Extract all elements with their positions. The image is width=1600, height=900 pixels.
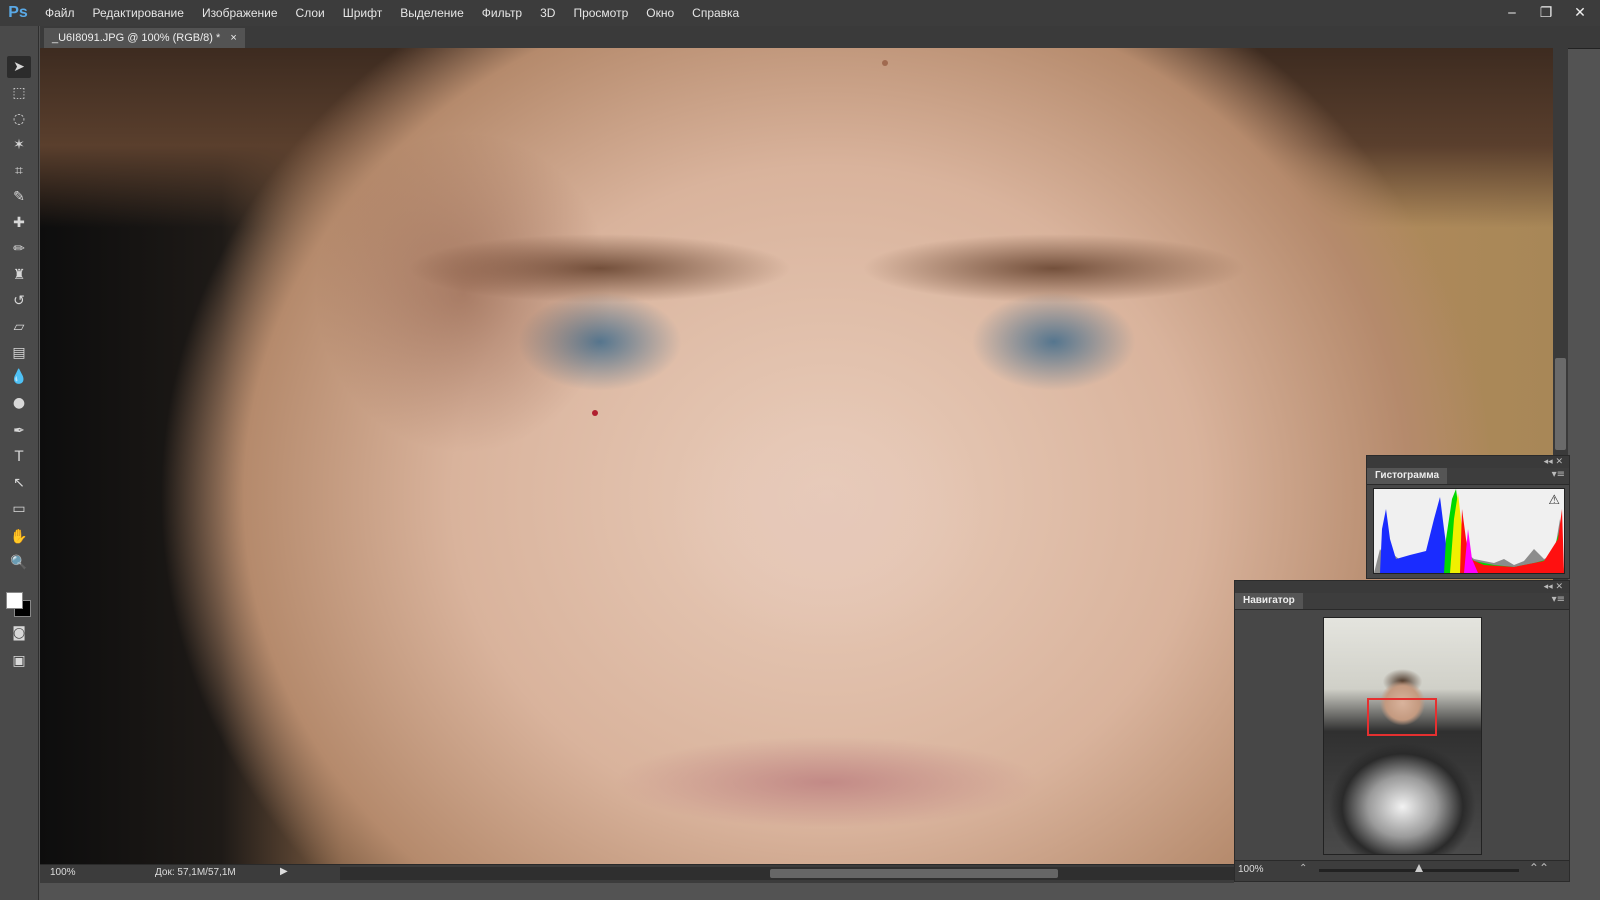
navigator-zoom-value[interactable]: 100% <box>1238 864 1264 875</box>
screen-mode-icon[interactable]: ▣ <box>7 650 31 672</box>
navigator-panel: ◂◂ ✕ Навигатор ▾≡ 100% ⌃ ⌃⌃ <box>1234 580 1570 882</box>
quick-mask-icon[interactable]: ◙ <box>7 622 31 644</box>
document-tab[interactable]: _U6I8091.JPG @ 100% (RGB/8) * × <box>44 28 245 48</box>
brush-tool-icon[interactable]: ✏ <box>7 238 31 260</box>
menu-layers[interactable]: Слои <box>287 0 334 26</box>
histogram-graph: ⚠ <box>1373 488 1565 574</box>
histogram-panel-header: Гистограмма ▾≡ <box>1367 468 1569 485</box>
window-controls: ‒ ❐ ✕ <box>1502 0 1590 26</box>
foreground-color-swatch[interactable] <box>6 592 23 609</box>
navigator-zoom-slider[interactable] <box>1319 864 1519 872</box>
history-brush-tool-icon[interactable]: ↺ <box>7 290 31 312</box>
gradient-tool-icon[interactable]: ▤ <box>7 342 31 364</box>
navigator-panel-controls[interactable]: ◂◂ ✕ <box>1235 581 1569 593</box>
menu-filter[interactable]: Фильтр <box>473 0 531 26</box>
tab-close-icon[interactable]: × <box>230 28 236 48</box>
status-zoom-value[interactable]: 100% <box>50 867 76 878</box>
move-tool-icon[interactable]: ➤ <box>7 56 31 78</box>
rectangle-tool-icon[interactable]: ▭ <box>7 498 31 520</box>
histogram-tab[interactable]: Гистограмма <box>1367 468 1448 484</box>
blemish-spot <box>592 410 598 416</box>
blur-tool-icon[interactable]: 💧 <box>7 366 31 388</box>
horizontal-scroll-thumb[interactable] <box>770 869 1058 878</box>
navigator-thumbnail[interactable] <box>1323 617 1482 855</box>
crop-tool-icon[interactable]: ⌗ <box>7 160 31 182</box>
status-bar: 100% Док: 57,1M/57,1M ▶ <box>40 864 1234 883</box>
navigator-slider-thumb[interactable] <box>1415 864 1423 872</box>
histogram-panel: ◂◂ ✕ Гистограмма ▾≡ ⚠ <box>1366 455 1570 579</box>
eraser-tool-icon[interactable]: ▱ <box>7 316 31 338</box>
pen-tool-icon[interactable]: ✒ <box>7 420 31 442</box>
hand-tool-icon[interactable]: ✋ <box>7 526 31 548</box>
status-menu-arrow-icon[interactable]: ▶ <box>280 866 288 877</box>
menu-help[interactable]: Справка <box>683 0 748 26</box>
menu-edit[interactable]: Редактирование <box>84 0 193 26</box>
magic-wand-tool-icon[interactable]: ✶ <box>7 134 31 156</box>
navigator-panel-header: Навигатор ▾≡ <box>1235 593 1569 610</box>
document-tab-bar: _U6I8091.JPG @ 100% (RGB/8) * × <box>40 26 1600 49</box>
lasso-tool-icon[interactable]: ◌ <box>7 108 31 130</box>
histogram-menu-icon[interactable]: ▾≡ <box>1552 469 1565 480</box>
navigator-bottom-bar: 100% ⌃ ⌃⌃ <box>1235 860 1569 881</box>
status-doc-size: Док: 57,1M/57,1M <box>155 867 236 878</box>
photoshop-logo: Ps <box>8 4 28 21</box>
menu-view[interactable]: Просмотр <box>564 0 637 26</box>
horizontal-scrollbar[interactable] <box>340 867 1234 880</box>
vertical-scroll-thumb[interactable] <box>1555 358 1566 450</box>
menu-bar: Ps Файл Редактирование Изображение Слои … <box>0 0 1600 26</box>
menu-type[interactable]: Шрифт <box>334 0 391 26</box>
zoom-out-icon[interactable]: ⌃ <box>1299 863 1307 874</box>
menu-file[interactable]: Файл <box>36 0 84 26</box>
marquee-tool-icon[interactable]: ⬚ <box>7 82 31 104</box>
eyedropper-tool-icon[interactable]: ✎ <box>7 186 31 208</box>
navigator-view-box[interactable] <box>1367 698 1437 736</box>
path-selection-tool-icon[interactable]: ↖ <box>7 472 31 494</box>
histogram-red-channel <box>1460 509 1564 573</box>
navigator-tab[interactable]: Навигатор <box>1235 593 1303 609</box>
histogram-warning-icon[interactable]: ⚠ <box>1548 493 1560 508</box>
close-icon[interactable]: ✕ <box>1570 5 1590 21</box>
document-tab-title: _U6I8091.JPG @ 100% (RGB/8) * <box>52 32 221 44</box>
restore-icon[interactable]: ❐ <box>1536 5 1556 21</box>
histogram-panel-controls[interactable]: ◂◂ ✕ <box>1367 456 1569 468</box>
tools-panel: ➤ ⬚ ◌ ✶ ⌗ ✎ ✚ ✏ ♜ ↺ ▱ ▤ 💧 ● ✒ T ↖ ▭ ✋ 🔍 ◙ ▣ <box>0 26 39 900</box>
zoom-in-icon[interactable]: ⌃⌃ <box>1529 861 1549 875</box>
forehead-spot <box>882 60 888 66</box>
zoom-tool-icon[interactable]: 🔍 <box>7 552 31 574</box>
clone-stamp-tool-icon[interactable]: ♜ <box>7 264 31 286</box>
minimize-icon[interactable]: ‒ <box>1502 5 1522 21</box>
menu-select[interactable]: Выделение <box>391 0 473 26</box>
dodge-tool-icon[interactable]: ● <box>7 392 31 414</box>
navigator-menu-icon[interactable]: ▾≡ <box>1552 594 1565 605</box>
type-tool-icon[interactable]: T <box>7 446 31 468</box>
histogram-chart <box>1374 489 1564 573</box>
menu-3d[interactable]: 3D <box>531 0 564 26</box>
menu-image[interactable]: Изображение <box>193 0 287 26</box>
menu-window[interactable]: Окно <box>637 0 683 26</box>
healing-brush-tool-icon[interactable]: ✚ <box>7 212 31 234</box>
